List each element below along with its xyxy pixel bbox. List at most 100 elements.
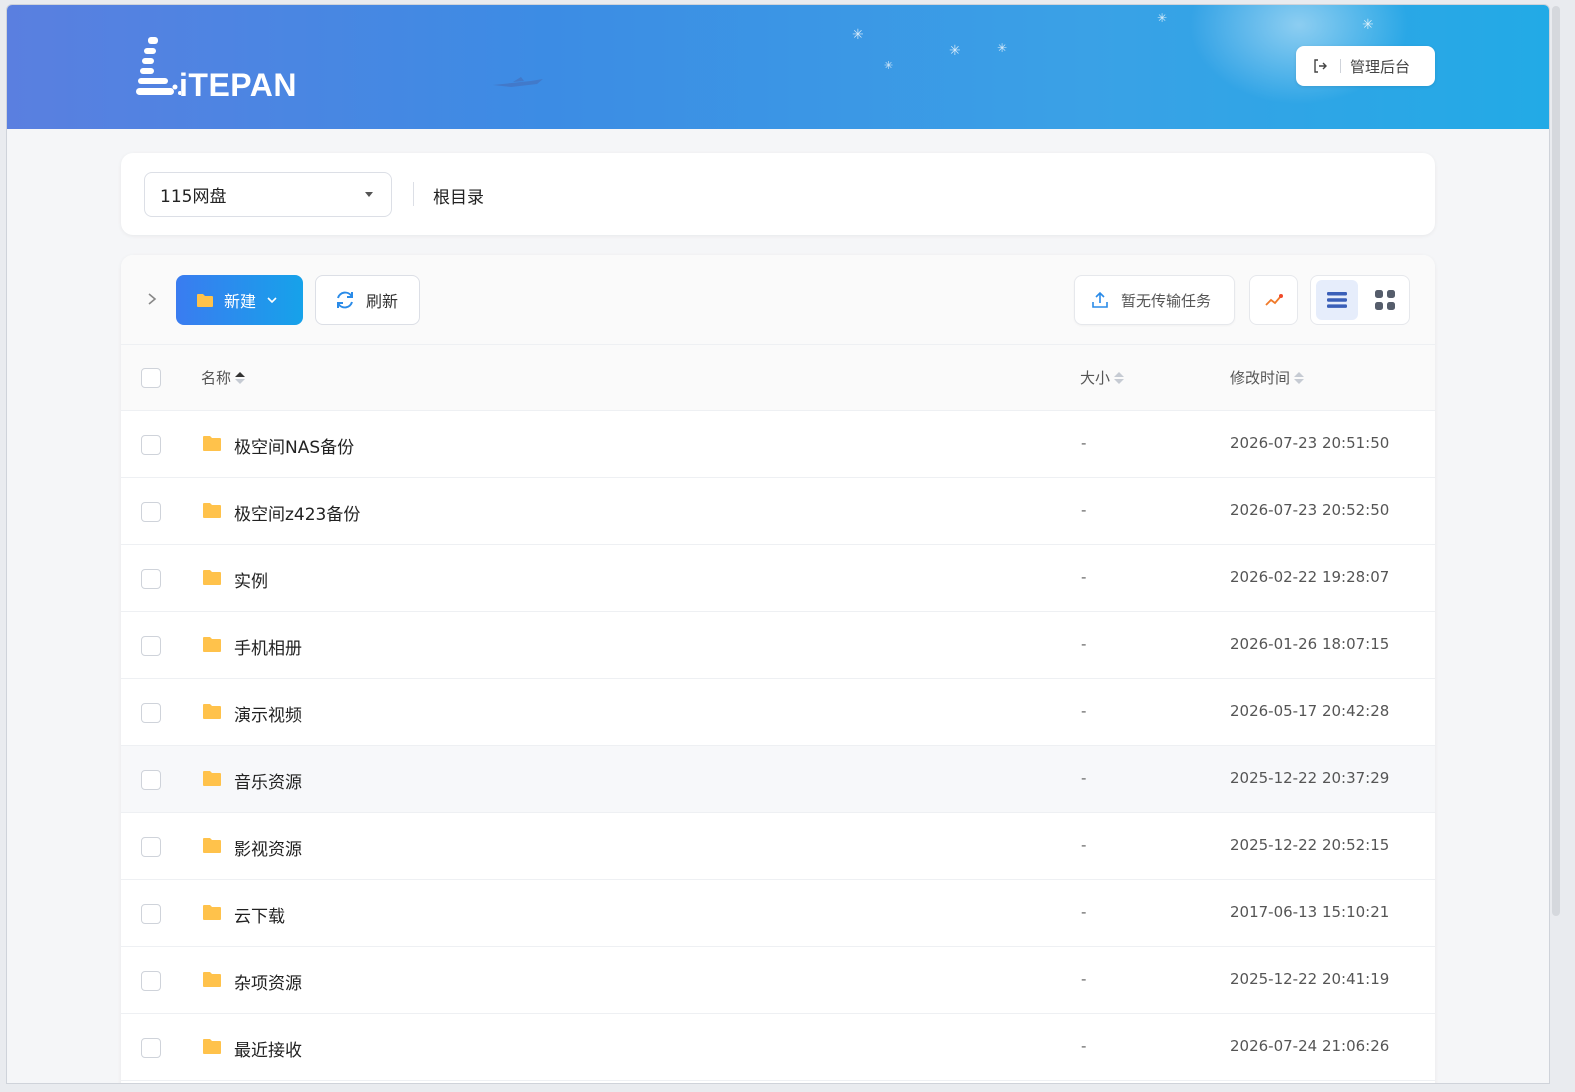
list-view-icon bbox=[1327, 292, 1347, 308]
folder-icon bbox=[203, 436, 221, 451]
table-header: 名称 大小 修改时间 bbox=[121, 345, 1435, 411]
select-all-checkbox[interactable] bbox=[141, 368, 161, 388]
row-checkbox[interactable] bbox=[141, 904, 161, 924]
dandelion-decoration: ✳ bbox=[1362, 17, 1374, 33]
file-name[interactable]: 极空间z423备份 bbox=[234, 500, 360, 525]
logout-icon bbox=[1314, 59, 1327, 73]
table-row[interactable]: 手机相册 - 2026-01-26 18:07:15 bbox=[121, 612, 1435, 679]
admin-button-divider bbox=[1340, 59, 1341, 73]
row-checkbox[interactable] bbox=[141, 770, 161, 790]
table-row[interactable]: 极空间NAS备份 - 2026-07-23 20:51:50 bbox=[121, 411, 1435, 478]
file-modified: 2025-12-22 20:52:15 bbox=[1230, 836, 1390, 854]
transfer-tasks-button[interactable]: 暂无传输任务 bbox=[1074, 275, 1235, 325]
folder-icon bbox=[203, 637, 221, 652]
table-row[interactable]: 音乐资源 - 2025-12-22 20:37:29 bbox=[121, 746, 1435, 813]
refresh-button-label: 刷新 bbox=[366, 292, 399, 311]
table-row[interactable]: 影视资源 - 2025-12-22 20:52:15 bbox=[121, 813, 1435, 880]
file-name[interactable]: 手机相册 bbox=[234, 634, 302, 659]
file-list-panel: 新建 刷新 暂无传输任务 名称 大小 修改时间 极空间NAS备份 - 2026-… bbox=[121, 255, 1435, 1083]
grid-view-icon bbox=[1375, 290, 1395, 310]
logo-text: iTEPAN bbox=[179, 67, 297, 103]
folder-icon bbox=[203, 570, 221, 585]
table-row[interactable]: 最近接收 - 2026-07-24 21:06:26 bbox=[121, 1014, 1435, 1081]
file-size: - bbox=[1081, 836, 1087, 854]
column-modified-label: 修改时间 bbox=[1230, 369, 1291, 387]
header-banner: ✳ ✳ ✳ ✳ ✳ ✳ iTEPAN 管理后台 bbox=[7, 5, 1549, 129]
folder-icon bbox=[203, 838, 221, 853]
file-name[interactable]: 音乐资源 bbox=[234, 768, 302, 793]
row-checkbox[interactable] bbox=[141, 971, 161, 991]
column-header-modified[interactable]: 修改时间 bbox=[1230, 367, 1305, 388]
file-size: - bbox=[1081, 635, 1087, 653]
file-name[interactable]: 演示视频 bbox=[234, 701, 302, 726]
file-modified: 2026-01-26 18:07:15 bbox=[1230, 635, 1390, 653]
table-row[interactable]: 极空间z423备份 - 2026-07-23 20:52:50 bbox=[121, 478, 1435, 545]
storage-select[interactable]: 115网盘 bbox=[144, 172, 392, 217]
row-checkbox[interactable] bbox=[141, 837, 161, 857]
new-button-label: 新建 bbox=[224, 292, 257, 311]
file-size: - bbox=[1081, 568, 1087, 586]
table-row[interactable]: 云下载 - 2017-06-13 15:10:21 bbox=[121, 880, 1435, 947]
path-bar: 115网盘 根目录 bbox=[121, 153, 1435, 235]
column-header-size[interactable]: 大小 bbox=[1080, 367, 1125, 388]
file-name[interactable]: 最近接收 bbox=[234, 1036, 302, 1061]
file-modified: 2025-12-22 20:37:29 bbox=[1230, 769, 1390, 787]
file-name[interactable]: 云下载 bbox=[234, 902, 285, 927]
file-name[interactable]: 影视资源 bbox=[234, 835, 302, 860]
folder-icon bbox=[203, 503, 221, 518]
dandelion-decoration: ✳ bbox=[884, 59, 894, 72]
file-size: - bbox=[1081, 702, 1087, 720]
admin-panel-button[interactable]: 管理后台 bbox=[1296, 46, 1435, 86]
row-checkbox[interactable] bbox=[141, 703, 161, 723]
file-modified: 2026-07-24 21:06:26 bbox=[1230, 1037, 1390, 1055]
grid-view-button[interactable] bbox=[1364, 280, 1406, 320]
table-row[interactable]: 演示视频 - 2026-05-17 20:42:28 bbox=[121, 679, 1435, 746]
sort-icon bbox=[1294, 371, 1305, 385]
airplane-decoration bbox=[493, 77, 543, 87]
file-size: - bbox=[1081, 501, 1087, 519]
row-checkbox[interactable] bbox=[141, 1038, 161, 1058]
chevron-down-icon bbox=[267, 297, 277, 304]
file-modified: 2026-05-17 20:42:28 bbox=[1230, 702, 1390, 720]
row-checkbox[interactable] bbox=[141, 502, 161, 522]
file-size: - bbox=[1081, 1037, 1087, 1055]
new-button[interactable]: 新建 bbox=[176, 275, 303, 325]
transfer-tasks-label: 暂无传输任务 bbox=[1121, 291, 1212, 310]
logo-icon bbox=[136, 37, 181, 95]
refresh-icon bbox=[337, 291, 353, 309]
table-row[interactable]: 实例 - 2026-02-22 19:28:07 bbox=[121, 545, 1435, 612]
column-name-label: 名称 bbox=[201, 369, 232, 387]
table-row[interactable]: 杂项资源 - 2025-12-22 20:41:19 bbox=[121, 947, 1435, 1014]
file-name[interactable]: 杂项资源 bbox=[234, 969, 302, 994]
app-window: ✳ ✳ ✳ ✳ ✳ ✳ iTEPAN 管理后台 115网盘 根目录 新建 刷新 … bbox=[6, 4, 1550, 1084]
folder-icon bbox=[197, 293, 213, 307]
chevron-right-icon[interactable] bbox=[145, 291, 159, 307]
dandelion-decoration: ✳ bbox=[949, 43, 961, 59]
caret-down-icon bbox=[365, 192, 373, 197]
folder-icon bbox=[203, 1039, 221, 1054]
folder-icon bbox=[203, 972, 221, 987]
breadcrumb-root[interactable]: 根目录 bbox=[433, 183, 484, 208]
folder-icon bbox=[203, 905, 221, 920]
row-checkbox[interactable] bbox=[141, 569, 161, 589]
list-view-button[interactable] bbox=[1316, 280, 1358, 320]
column-header-name[interactable]: 名称 bbox=[201, 367, 246, 388]
admin-button-label: 管理后台 bbox=[1350, 57, 1411, 76]
refresh-button[interactable]: 刷新 bbox=[315, 275, 420, 325]
stats-button[interactable] bbox=[1249, 275, 1298, 325]
page-scrollbar[interactable] bbox=[1552, 6, 1560, 916]
file-modified: 2017-06-13 15:10:21 bbox=[1230, 903, 1390, 921]
row-checkbox[interactable] bbox=[141, 435, 161, 455]
file-modified: 2025-12-22 20:41:19 bbox=[1230, 970, 1390, 988]
path-divider bbox=[413, 182, 414, 206]
file-size: - bbox=[1081, 769, 1087, 787]
file-name[interactable]: 实例 bbox=[234, 567, 268, 592]
folder-icon bbox=[203, 771, 221, 786]
upload-icon bbox=[1092, 291, 1108, 308]
litepan-logo[interactable]: iTEPAN bbox=[135, 35, 315, 103]
file-name[interactable]: 极空间NAS备份 bbox=[234, 433, 354, 458]
file-modified: 2026-07-23 20:52:50 bbox=[1230, 501, 1390, 519]
row-checkbox[interactable] bbox=[141, 636, 161, 656]
file-modified: 2026-02-22 19:28:07 bbox=[1230, 568, 1390, 586]
dandelion-decoration: ✳ bbox=[1157, 11, 1168, 25]
